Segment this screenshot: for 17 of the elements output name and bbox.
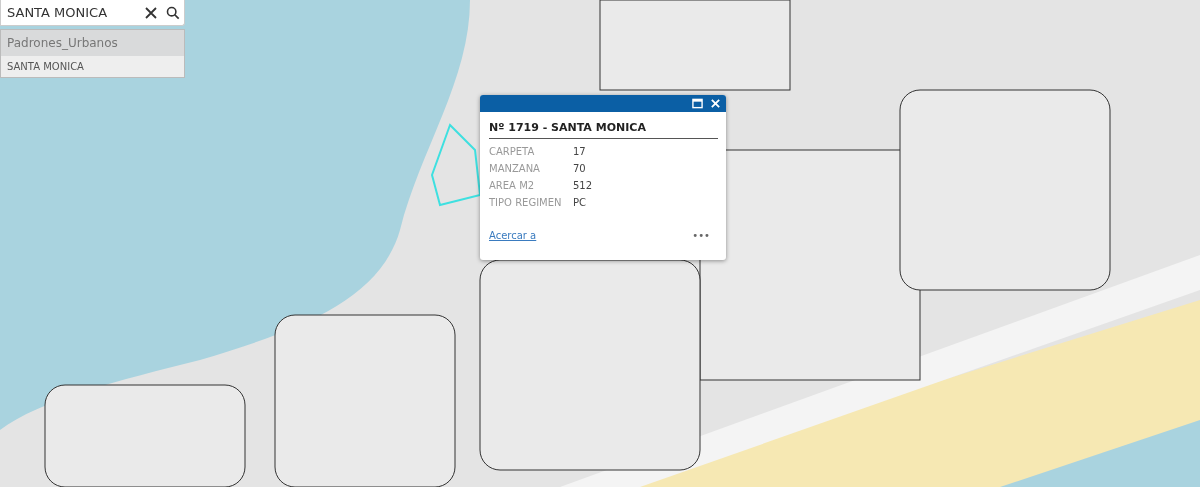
search-icon[interactable] <box>166 5 180 20</box>
field-value: 512 <box>573 180 594 191</box>
zoom-to-link[interactable]: Acercar a <box>489 230 537 241</box>
field-label: CARPETA <box>489 146 536 157</box>
more-menu[interactable]: ••• <box>692 230 710 241</box>
field-label: MANZANA <box>489 163 541 174</box>
search-text: SANTA MONICA <box>7 5 109 20</box>
maximize-icon[interactable] <box>692 98 703 109</box>
field-value: 70 <box>573 163 587 174</box>
suggestion-group: Padrones_Urbanos <box>1 30 184 56</box>
search-field[interactable]: SANTA MONICA <box>0 0 185 26</box>
field-value: PC <box>573 197 587 208</box>
field-label: TIPO REGIMEN <box>489 197 563 208</box>
close-icon[interactable] <box>144 5 158 20</box>
field-value: 17 <box>573 146 587 157</box>
field-label: AREA M2 <box>489 180 536 191</box>
popup-title: Nº 1719 - SANTA MONICA <box>489 118 718 139</box>
